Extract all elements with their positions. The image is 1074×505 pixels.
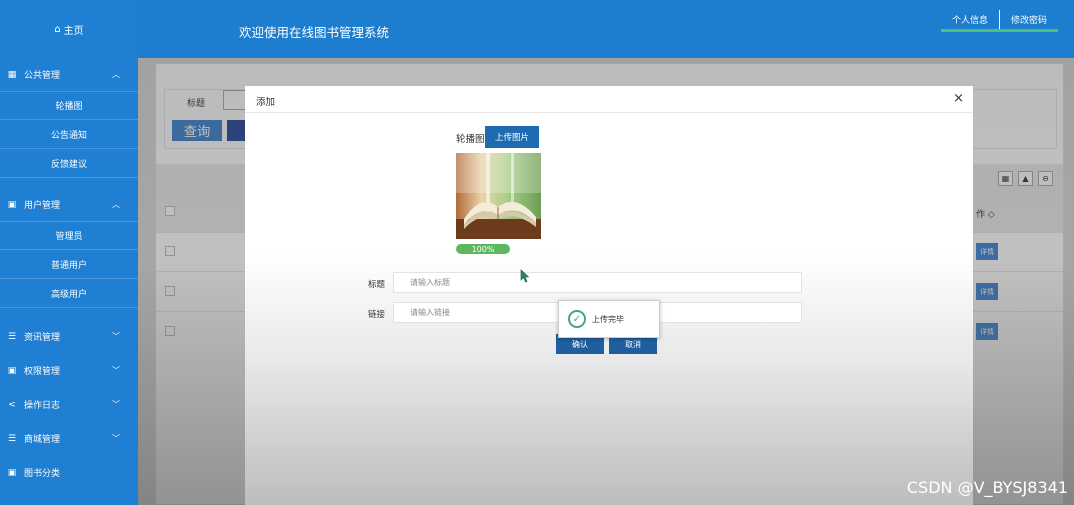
sidebar-home-label: 主页 — [63, 25, 84, 37]
dialog-title: 添加 — [256, 97, 276, 108]
chevron-up-icon: ︿ — [112, 200, 120, 209]
sidebar-group-label: 用户管理 — [24, 201, 61, 211]
chevron-down-icon: ﹀ — [112, 434, 120, 443]
sidebar-item-feedback[interactable]: 反馈建议 — [0, 149, 138, 178]
uploaded-image-preview — [456, 153, 541, 239]
sidebar-group-public[interactable]: ▦ 公共管理 ︿ — [0, 58, 138, 91]
upload-success-toast: ✓ 上传完毕 — [558, 300, 660, 338]
upload-progress-bar: 100% — [456, 244, 510, 254]
book-icon: ▣ — [7, 467, 17, 478]
book-icon: ▣ — [7, 365, 17, 376]
list-icon: ☰ — [7, 331, 17, 342]
mouse-cursor-icon — [520, 269, 530, 283]
upload-progress-text: 100% — [471, 244, 495, 254]
sidebar-item-notice[interactable]: 公告通知 — [0, 120, 138, 149]
toast-message: 上传完毕 — [592, 314, 624, 324]
sidebar-item-senior-user[interactable]: 高级用户 — [0, 279, 138, 308]
sidebar-group-label: 商城管理 — [24, 435, 61, 445]
upload-image-button[interactable]: 上传图片 — [485, 126, 539, 148]
chevron-down-icon: ﹀ — [112, 400, 120, 409]
sidebar-home[interactable]: ⌂ 主页 — [0, 0, 138, 58]
grid-icon: ▦ — [7, 69, 17, 80]
user-book-icon: ▣ — [7, 199, 17, 210]
carousel-field-label: 轮播图 — [456, 134, 485, 145]
profile-link[interactable]: 个人信息 — [941, 10, 999, 29]
title-input[interactable] — [393, 272, 802, 293]
sidebar-group-news[interactable]: ☰ 资讯管理 ﹀ — [0, 320, 138, 353]
sidebar-group-label: 资讯管理 — [24, 333, 61, 343]
sidebar-group-label: 权限管理 — [24, 367, 61, 377]
chevron-down-icon: ﹀ — [112, 332, 120, 341]
home-icon: ⌂ — [54, 23, 61, 35]
link-field-label: 链接 — [368, 310, 386, 320]
sidebar-item-normal-user[interactable]: 普通用户 — [0, 250, 138, 279]
open-book-image — [456, 153, 541, 239]
change-password-link[interactable]: 修改密码 — [998, 10, 1058, 29]
sidebar-item-carousel[interactable]: 轮播图 — [0, 91, 138, 120]
share-icon: < — [8, 399, 16, 410]
check-circle-icon: ✓ — [568, 310, 586, 328]
sidebar: ⌂ 主页 ▦ 公共管理 ︿ 轮播图 公告通知 反馈建议 ▣ 用户管理 ︿ 管理员… — [0, 0, 138, 505]
sidebar-group-permission[interactable]: ▣ 权限管理 ﹀ — [0, 354, 138, 387]
chevron-up-icon: ︿ — [112, 70, 120, 79]
title-field-label: 标题 — [368, 280, 386, 290]
sidebar-group-label: 图书分类 — [24, 469, 61, 479]
top-header: 欢迎使用在线图书管理系统 个人信息 修改密码 — [138, 0, 1074, 58]
sidebar-group-logs[interactable]: < 操作日志 ﹀ — [0, 388, 138, 421]
header-links: 个人信息 修改密码 — [940, 10, 1058, 32]
page-title: 欢迎使用在线图书管理系统 — [239, 25, 390, 40]
close-icon[interactable]: × — [953, 91, 964, 106]
sidebar-group-label: 操作日志 — [24, 401, 61, 411]
csdn-watermark: CSDN @V_BYSJ8341 — [906, 478, 1068, 497]
sidebar-group-label: 公共管理 — [24, 71, 61, 81]
sidebar-group-category[interactable]: ▣ 图书分类 — [0, 456, 138, 489]
sidebar-group-users[interactable]: ▣ 用户管理 ︿ — [0, 188, 138, 221]
chevron-down-icon: ﹀ — [112, 366, 120, 375]
list-icon: ☰ — [7, 433, 17, 444]
sidebar-item-admin[interactable]: 管理员 — [0, 221, 138, 250]
dialog-header: 添加 × — [245, 86, 973, 113]
add-dialog: 添加 × 轮播图 上传图片 100% 标题 请输入标题 链接 请输入链接 确认 … — [245, 86, 973, 505]
sidebar-group-shop[interactable]: ☰ 商城管理 ﹀ — [0, 422, 138, 455]
